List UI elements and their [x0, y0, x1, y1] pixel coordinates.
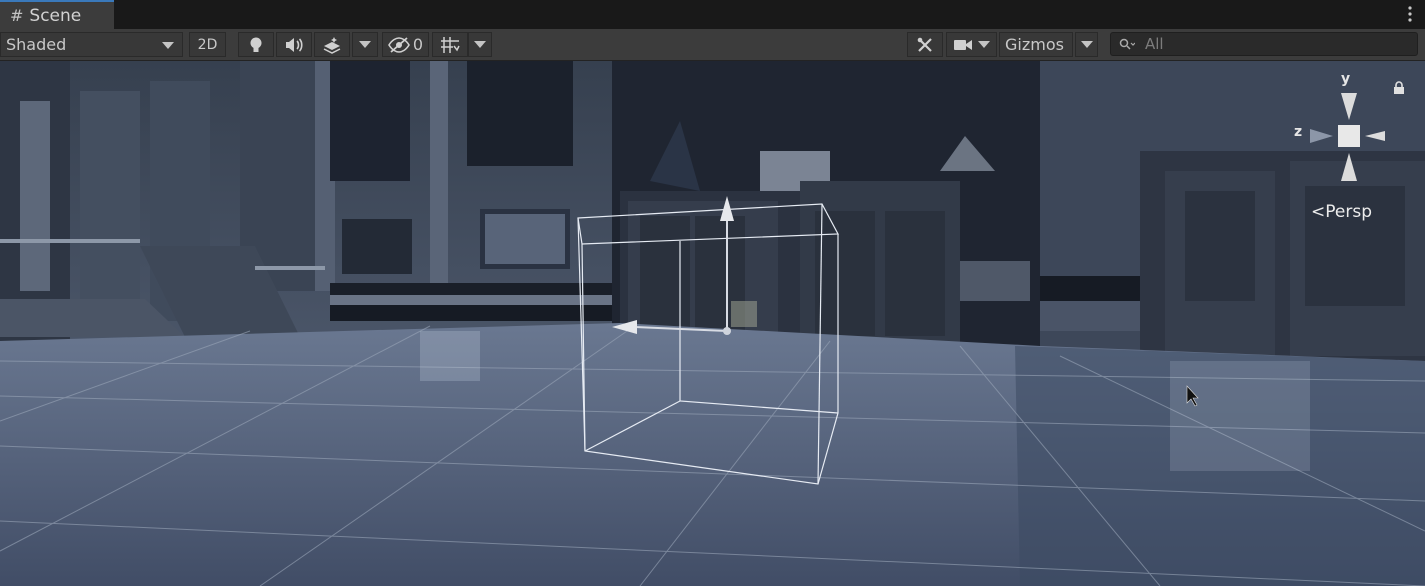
camera-settings-dropdown[interactable]	[946, 32, 997, 57]
toggle-2d-button[interactable]: 2D	[189, 32, 226, 57]
orientation-gizmo[interactable]	[1305, 75, 1385, 185]
draw-mode-dropdown[interactable]: Shaded	[0, 32, 183, 57]
axis-z-label: z	[1294, 124, 1303, 140]
audio-toggle-button[interactable]	[276, 32, 312, 57]
projection-label: Persp	[1325, 202, 1372, 222]
camera-icon	[954, 39, 972, 50]
speaker-icon	[286, 37, 303, 52]
grid-toggle-button[interactable]	[432, 32, 468, 57]
gizmos-label: Gizmos	[1005, 35, 1064, 54]
effects-dropdown[interactable]	[352, 32, 378, 57]
chevron-down-icon	[359, 41, 371, 48]
projection-toggle[interactable]: <Persp	[1311, 202, 1372, 222]
lightbulb-icon	[250, 37, 262, 52]
search-field[interactable]: All	[1110, 32, 1418, 56]
toggle-2d-label: 2D	[197, 36, 218, 53]
layers-effects-icon	[323, 36, 341, 54]
hidden-count: 0	[412, 35, 424, 54]
chevron-down-icon	[162, 42, 174, 49]
kebab-icon[interactable]	[1407, 4, 1413, 24]
eye-slash-icon	[387, 36, 410, 53]
axis-y-label: y	[1341, 71, 1351, 87]
chevron-down-icon	[978, 41, 990, 48]
chevron-left-icon: <	[1311, 202, 1326, 222]
scene-viewport[interactable]: y z <Persp	[0, 61, 1425, 586]
gizmos-dropdown[interactable]	[1075, 32, 1098, 57]
gizmos-button[interactable]: Gizmos	[999, 32, 1073, 57]
search-placeholder: All	[1145, 35, 1164, 53]
grid-dropdown[interactable]	[468, 32, 492, 57]
search-icon	[1119, 38, 1135, 50]
chevron-down-icon	[1080, 41, 1093, 48]
lighting-toggle-button[interactable]	[238, 32, 274, 57]
effects-toggle-button[interactable]	[314, 32, 350, 57]
tab-scene-label: Scene	[29, 5, 82, 26]
hidden-objects-toggle[interactable]: 0	[382, 32, 429, 57]
scene-toolbar: Shaded 2D 0 Gizmos All	[0, 29, 1425, 61]
draw-mode-label: Shaded	[6, 35, 67, 54]
tools-button[interactable]	[907, 32, 943, 57]
tab-bar: # Scene	[0, 0, 1425, 29]
scene-render	[0, 61, 1425, 586]
chevron-down-icon	[474, 41, 486, 48]
grid-snap-icon	[441, 36, 460, 53]
hash-grid-icon: #	[10, 6, 24, 25]
wrench-tools-icon	[917, 37, 932, 52]
tab-scene[interactable]: # Scene	[0, 0, 114, 29]
lock-icon[interactable]	[1393, 81, 1405, 95]
